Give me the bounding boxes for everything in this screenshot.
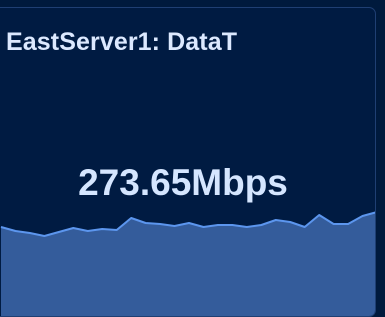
sparkline-area	[1, 212, 375, 316]
stat-value: 273.65Mbps	[78, 162, 288, 203]
stat-panel: EastServer1: DataT 273.65Mbps	[0, 7, 376, 317]
panel-title: EastServer1: DataT	[6, 28, 238, 56]
